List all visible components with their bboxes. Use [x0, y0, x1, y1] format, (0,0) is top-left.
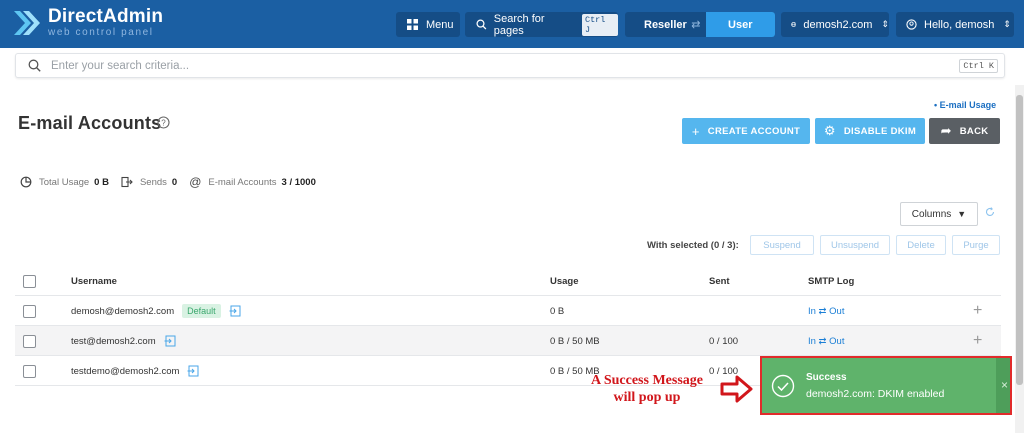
user-menu[interactable]: Hello, demosh ⇕ — [896, 12, 1014, 37]
role-toggle[interactable]: Reseller ⇄ User — [625, 12, 776, 37]
toast-message: demosh2.com: DKIM enabled — [806, 387, 945, 400]
create-account-label: CREATE ACCOUNT — [707, 125, 801, 137]
total-usage-label: Total Usage — [39, 176, 90, 188]
search-icon — [28, 59, 41, 72]
columns-label: Columns — [911, 208, 952, 220]
global-search-input[interactable] — [51, 59, 960, 72]
at-sign-icon: @ — [189, 175, 202, 189]
pie-chart-icon — [20, 176, 32, 188]
back-button[interactable]: ➦ BACK — [929, 118, 1000, 144]
annotation-line-1: A Success Message — [591, 373, 703, 388]
expand-row-icon[interactable]: + — [973, 296, 982, 326]
columns-dropdown[interactable]: Columns ▼ — [900, 202, 978, 226]
brand-title: DirectAdmin — [48, 6, 164, 27]
domain-label: demosh2.com — [803, 18, 873, 31]
caret-down-icon: ▼ — [957, 209, 967, 219]
disable-dkim-label: DISABLE DKIM — [843, 125, 917, 137]
sends-value: 0 — [171, 176, 178, 188]
login-icon[interactable] — [164, 335, 176, 347]
menu-label: Menu — [426, 18, 454, 31]
unsuspend-button[interactable]: Unsuspend — [820, 235, 890, 255]
brand-logo[interactable]: DirectAdmin web control panel — [12, 7, 163, 39]
header-username[interactable]: Username — [71, 266, 117, 296]
global-search-shortcut: Ctrl K — [959, 58, 998, 73]
row-sent: 0 / 100 — [709, 335, 739, 347]
annotation-line-2: will pop up — [613, 390, 681, 405]
role-user[interactable]: User — [705, 12, 776, 37]
user-circle-icon — [906, 19, 917, 30]
logo-chevron-icon — [14, 11, 40, 35]
row-usage: 0 B / 50 MB — [550, 335, 600, 347]
check-circle-icon — [771, 374, 795, 397]
svg-text:?: ? — [161, 118, 166, 127]
scrollbar-thumb[interactable] — [1016, 95, 1023, 385]
delete-button[interactable]: Delete — [896, 235, 946, 255]
select-caret-icon: ⇕ — [881, 19, 889, 29]
select-caret-icon: ⇕ — [1003, 19, 1011, 29]
close-icon[interactable]: × — [1001, 378, 1008, 392]
header-smtp-log[interactable]: SMTP Log — [808, 266, 854, 296]
table-row: demosh@demosh2.com Default 0 B In ⇄ Out … — [15, 296, 1001, 326]
row-checkbox[interactable] — [23, 364, 36, 378]
row-checkbox[interactable] — [23, 334, 36, 348]
swap-icon: ⇄ — [691, 19, 701, 31]
search-icon — [476, 19, 487, 30]
row-checkbox[interactable] — [23, 304, 36, 318]
annotation-text: A Success Message will pop up — [582, 372, 712, 406]
greeting-label: Hello, demosh — [924, 18, 995, 31]
total-usage-value: 0 B — [94, 176, 109, 188]
grid-icon — [407, 19, 418, 30]
row-username[interactable]: test@demosh2.com — [71, 336, 156, 347]
page-title: E-mail Accounts — [18, 113, 162, 133]
page-search-shortcut: Ctrl J — [581, 13, 619, 36]
gear-icon: ⚙ — [823, 123, 836, 138]
header-sent[interactable]: Sent — [709, 266, 730, 296]
share-arrow-icon: ➦ — [940, 123, 952, 138]
refresh-icon[interactable] — [985, 207, 995, 217]
help-icon[interactable]: ? — [157, 116, 170, 129]
accounts-value: 3 / 1000 — [281, 176, 316, 188]
top-navbar: DirectAdmin web control panel Menu Searc… — [0, 0, 1024, 48]
toast-title: Success — [806, 371, 847, 383]
arrow-right-icon — [720, 375, 753, 403]
globe-icon — [791, 21, 797, 28]
suspend-button[interactable]: Suspend — [750, 235, 814, 255]
sends-label: Sends — [139, 176, 167, 188]
row-usage: 0 B — [550, 305, 565, 317]
global-search-bar: Ctrl K — [15, 53, 1005, 78]
send-icon — [121, 176, 133, 188]
disable-dkim-button[interactable]: ⚙ DISABLE DKIM — [815, 118, 925, 144]
accounts-label: E-mail Accounts — [208, 176, 277, 188]
page-search-label: Search for pages — [493, 12, 545, 37]
select-all-checkbox[interactable] — [23, 274, 36, 288]
with-selected-label: With selected (0 / 3): — [647, 240, 739, 251]
expand-row-icon[interactable]: + — [973, 326, 982, 356]
smtp-log-link[interactable]: In ⇄ Out — [808, 296, 844, 326]
email-usage-link[interactable]: • E-mail Usage — [934, 100, 996, 110]
smtp-log-link[interactable]: In ⇄ Out — [808, 326, 844, 356]
row-username[interactable]: demosh@demosh2.com — [71, 306, 174, 317]
page-search-button[interactable]: Search for pages Ctrl J — [465, 12, 619, 37]
table-row: test@demosh2.com 0 B / 50 MB 0 / 100 In … — [15, 326, 1001, 356]
menu-button[interactable]: Menu — [396, 12, 460, 37]
table-header: Username Usage Sent SMTP Log — [15, 266, 1001, 296]
header-usage[interactable]: Usage — [550, 266, 579, 296]
default-badge: Default — [182, 304, 221, 318]
create-account-button[interactable]: + CREATE ACCOUNT — [682, 118, 810, 144]
login-icon[interactable] — [187, 365, 199, 377]
row-username[interactable]: testdemo@demosh2.com — [71, 366, 179, 377]
login-icon[interactable] — [229, 305, 241, 317]
brand-subtitle: web control panel — [48, 27, 154, 38]
usage-stats: Total Usage 0 B Sends 0 @ E-mail Account… — [18, 175, 326, 189]
plus-icon: + — [691, 123, 700, 139]
back-label: BACK — [959, 125, 989, 137]
domain-selector[interactable]: demosh2.com ⇕ — [781, 12, 889, 37]
success-toast: Success demosh2.com: DKIM enabled × — [760, 356, 1012, 415]
role-reseller[interactable]: Reseller — [625, 19, 691, 31]
purge-button[interactable]: Purge — [952, 235, 1000, 255]
